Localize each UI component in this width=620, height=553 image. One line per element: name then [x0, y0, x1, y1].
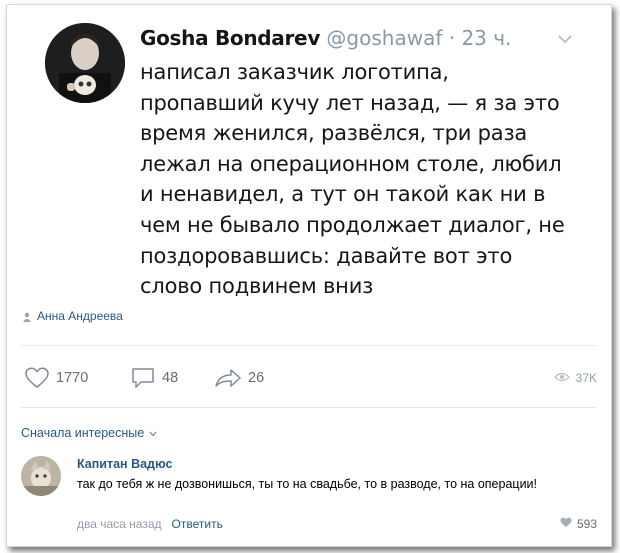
post-card: Gosha Bondarev @goshawaf · 23 ч. написал… [6, 4, 612, 547]
chevron-down-icon[interactable] [557, 31, 573, 47]
tweet-text: написал заказчик логотипа, пропавший куч… [140, 60, 565, 299]
heart-icon [25, 367, 49, 389]
user-icon [23, 311, 31, 322]
comment-count: 48 [162, 370, 179, 386]
views-count: 37K [575, 371, 597, 385]
post-author-name[interactable]: Анна Андреева [37, 309, 123, 323]
comment-author-name[interactable]: Капитан Вадюс [77, 457, 172, 471]
tweet-author-name[interactable]: Gosha Bondarev [140, 26, 320, 50]
comment-like-button[interactable]: 593 [560, 517, 597, 531]
comment-text: так до тебя ж не дозвонишься, ты то на с… [77, 477, 538, 491]
tweet-header: Gosha Bondarev @goshawaf · 23 ч. [140, 25, 571, 51]
comment-icon [131, 367, 155, 389]
post-author[interactable]: Анна Андреева [23, 309, 123, 323]
heart-icon [560, 517, 572, 531]
comment-button[interactable]: 48 [131, 363, 178, 393]
comment-time[interactable]: два часа назад [77, 517, 162, 531]
sort-label: Сначала интересные [21, 426, 145, 440]
comment-like-count: 593 [576, 517, 597, 531]
reply-button[interactable]: Ответить [172, 517, 223, 531]
action-bar: 1770 48 26 37K [21, 363, 597, 393]
tweet-handle[interactable]: @goshawaf [326, 26, 442, 50]
tweet-separator: · [448, 26, 456, 50]
views-counter: 37K [553, 363, 597, 393]
share-icon [215, 368, 241, 388]
comments-sort[interactable]: Сначала интересные [21, 426, 157, 440]
eye-icon [553, 371, 570, 385]
share-count: 26 [248, 370, 265, 386]
divider [21, 407, 597, 408]
divider [21, 345, 597, 346]
like-button[interactable]: 1770 [25, 363, 88, 393]
tweet-author-avatar[interactable] [45, 23, 125, 103]
like-count: 1770 [56, 370, 89, 386]
comment-author-avatar[interactable] [21, 456, 61, 496]
tweet-time[interactable]: 23 ч. [461, 26, 511, 50]
chevron-down-icon [149, 426, 157, 440]
share-button[interactable]: 26 [215, 363, 264, 393]
comment-meta: два часа назад Ответить [77, 517, 223, 531]
